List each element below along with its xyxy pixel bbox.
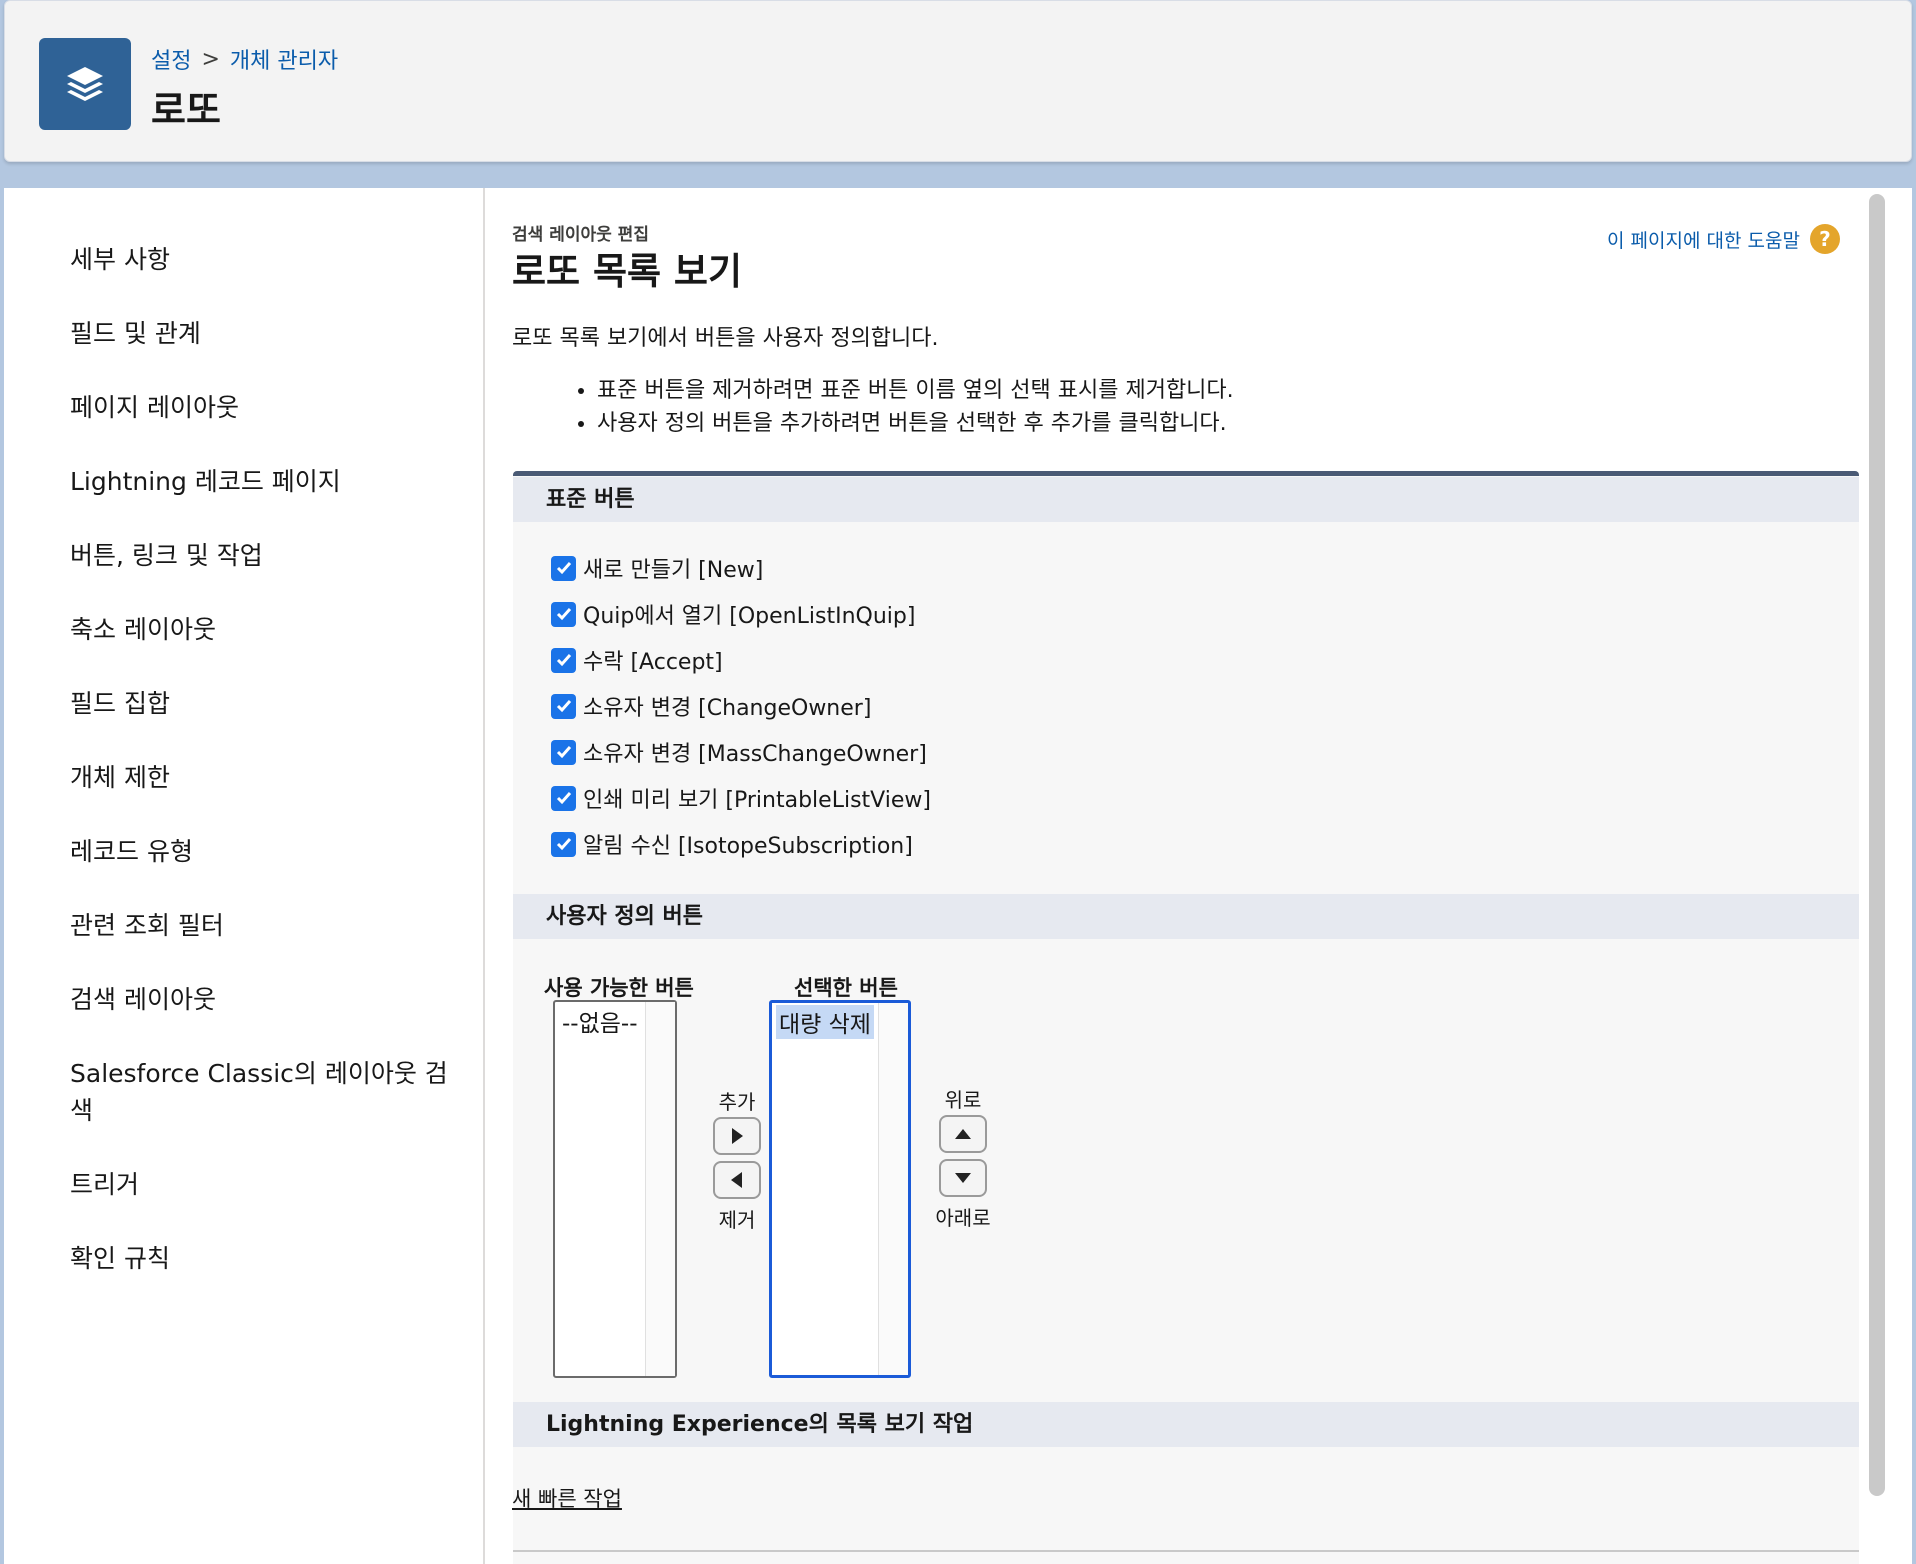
instructions-list: 표준 버튼을 제거하려면 표준 버튼 이름 옆의 선택 표시를 제거합니다. 사…	[597, 374, 1234, 440]
breadcrumb-separator: >	[201, 46, 220, 72]
sidebar-item-triggers[interactable]: 트리거	[70, 1166, 450, 1203]
custom-buttons-header: 사용자 정의 버튼	[513, 894, 1859, 939]
stack-layers-icon	[39, 38, 131, 130]
scroll-thumb[interactable]	[1869, 194, 1885, 1496]
checkbox-checked-icon[interactable]	[551, 555, 576, 581]
help-link[interactable]: 이 페이지에 대한 도움말 ?	[1607, 224, 1840, 254]
list-scrollbar[interactable]	[878, 1003, 908, 1375]
checkbox-checked-icon[interactable]	[551, 693, 576, 719]
new-quick-action-link[interactable]: 새 빠른 작업	[512, 1483, 622, 1513]
page-description: 로또 목록 보기에서 버튼을 사용자 정의합니다.	[512, 326, 939, 351]
available-buttons-list[interactable]: --없음--	[553, 1000, 677, 1378]
sidebar-item-related-lookup-filters[interactable]: 관련 조회 필터	[70, 907, 450, 944]
help-link-label[interactable]: 이 페이지에 대한 도움말	[1607, 226, 1800, 253]
standard-button-row[interactable]: 소유자 변경 [ChangeOwner]	[551, 690, 871, 722]
selected-buttons-list[interactable]: 대량 삭제	[769, 1000, 911, 1378]
lightning-actions-header: Lightning Experience의 목록 보기 작업	[513, 1402, 1859, 1447]
sidebar-item-object-limits[interactable]: 개체 제한	[70, 759, 450, 796]
standard-button-row[interactable]: 수락 [Accept]	[551, 644, 723, 676]
sidebar-item-field-sets[interactable]: 필드 집합	[70, 685, 450, 722]
buttons-panel: 표준 버튼 새로 만들기 [New] Quip에서 열기 [OpenListIn…	[513, 471, 1859, 1564]
sidebar-item-buttons-links-actions[interactable]: 버튼, 링크 및 작업	[70, 537, 450, 574]
up-label: 위로	[944, 1088, 982, 1112]
content-area: 검색 레이아웃 편집 로또 목록 보기 이 페이지에 대한 도움말 ? 로또 목…	[487, 188, 1867, 1564]
breadcrumb: 설정 > 개체 관리자	[151, 43, 338, 75]
arrow-down-icon	[955, 1173, 971, 1183]
standard-button-label: 인쇄 미리 보기 [PrintableListView]	[583, 788, 931, 813]
standard-button-label: 소유자 변경 [ChangeOwner]	[583, 696, 872, 721]
checkbox-checked-icon[interactable]	[551, 601, 576, 627]
object-title: 로또	[151, 88, 221, 132]
move-up-button[interactable]	[939, 1115, 987, 1153]
sidebar-item-page-layouts[interactable]: 페이지 레이아웃	[70, 389, 450, 426]
sidebar: 세부 사항 필드 및 관계 페이지 레이아웃 Lightning 레코드 페이지…	[4, 188, 485, 1564]
list-scrollbar[interactable]	[645, 1002, 675, 1376]
add-button[interactable]	[713, 1117, 761, 1155]
standard-button-row[interactable]: 알림 수신 [IsotopeSubscription]	[551, 828, 913, 860]
page-title: 로또 목록 보기	[512, 250, 743, 293]
checkbox-checked-icon[interactable]	[551, 831, 576, 857]
selected-buttons-label: 선택한 버튼	[794, 976, 898, 1000]
sidebar-item-compact-layouts[interactable]: 축소 레이아웃	[70, 611, 450, 648]
list-option[interactable]: --없음--	[559, 1004, 641, 1038]
standard-button-label: 수락 [Accept]	[583, 650, 723, 675]
checkbox-checked-icon[interactable]	[551, 647, 576, 673]
add-label: 추가	[718, 1090, 756, 1114]
list-option-selected[interactable]: 대량 삭제	[776, 1005, 874, 1039]
sidebar-item-record-types[interactable]: 레코드 유형	[70, 833, 450, 870]
sidebar-item-fields-relationships[interactable]: 필드 및 관계	[70, 315, 450, 352]
sidebar-item-lightning-record-pages[interactable]: Lightning 레코드 페이지	[70, 463, 450, 500]
sidebar-item-details[interactable]: 세부 사항	[70, 241, 450, 278]
instruction-item: 표준 버튼을 제거하려면 표준 버튼 이름 옆의 선택 표시를 제거합니다.	[597, 374, 1234, 407]
available-buttons-label: 사용 가능한 버튼	[544, 976, 694, 1000]
standard-button-label: 소유자 변경 [MassChangeOwner]	[583, 742, 927, 767]
main-area: 세부 사항 필드 및 관계 페이지 레이아웃 Lightning 레코드 페이지…	[4, 188, 1912, 1564]
page-header: 설정 > 개체 관리자 로또	[4, 0, 1912, 162]
sidebar-item-validation-rules[interactable]: 확인 규칙	[70, 1240, 450, 1277]
breadcrumb-object-manager-link[interactable]: 개체 관리자	[230, 43, 338, 75]
help-icon[interactable]: ?	[1809, 224, 1840, 254]
standard-button-row[interactable]: 소유자 변경 [MassChangeOwner]	[551, 736, 927, 768]
arrow-left-icon	[731, 1172, 742, 1188]
standard-button-label: Quip에서 열기 [OpenListInQuip]	[583, 604, 916, 629]
arrow-right-icon	[732, 1128, 743, 1144]
standard-button-label: 알림 수신 [IsotopeSubscription]	[583, 834, 913, 859]
instruction-item: 사용자 정의 버튼을 추가하려면 버튼을 선택한 후 추가를 클릭합니다.	[597, 407, 1234, 440]
remove-button[interactable]	[713, 1161, 761, 1199]
standard-button-row[interactable]: 인쇄 미리 보기 [PrintableListView]	[551, 782, 931, 814]
move-down-button[interactable]	[939, 1159, 987, 1197]
checkbox-checked-icon[interactable]	[551, 785, 576, 811]
standard-button-row[interactable]: Quip에서 열기 [OpenListInQuip]	[551, 598, 915, 630]
arrow-up-icon	[955, 1129, 971, 1139]
down-label: 아래로	[935, 1206, 991, 1230]
standard-buttons-header: 표준 버튼	[513, 477, 1859, 522]
remove-label: 제거	[718, 1208, 756, 1232]
standard-button-row[interactable]: 새로 만들기 [New]	[551, 552, 763, 584]
sidebar-item-search-layouts[interactable]: 검색 레이아웃	[70, 981, 450, 1018]
checkbox-checked-icon[interactable]	[551, 739, 576, 765]
sidebar-item-classic-search-layouts[interactable]: Salesforce Classic의 레이아웃 검색	[70, 1055, 450, 1129]
breadcrumb-setup-link[interactable]: 설정	[151, 43, 191, 75]
standard-button-label: 새로 만들기 [New]	[583, 558, 764, 583]
divider	[513, 1550, 1859, 1552]
